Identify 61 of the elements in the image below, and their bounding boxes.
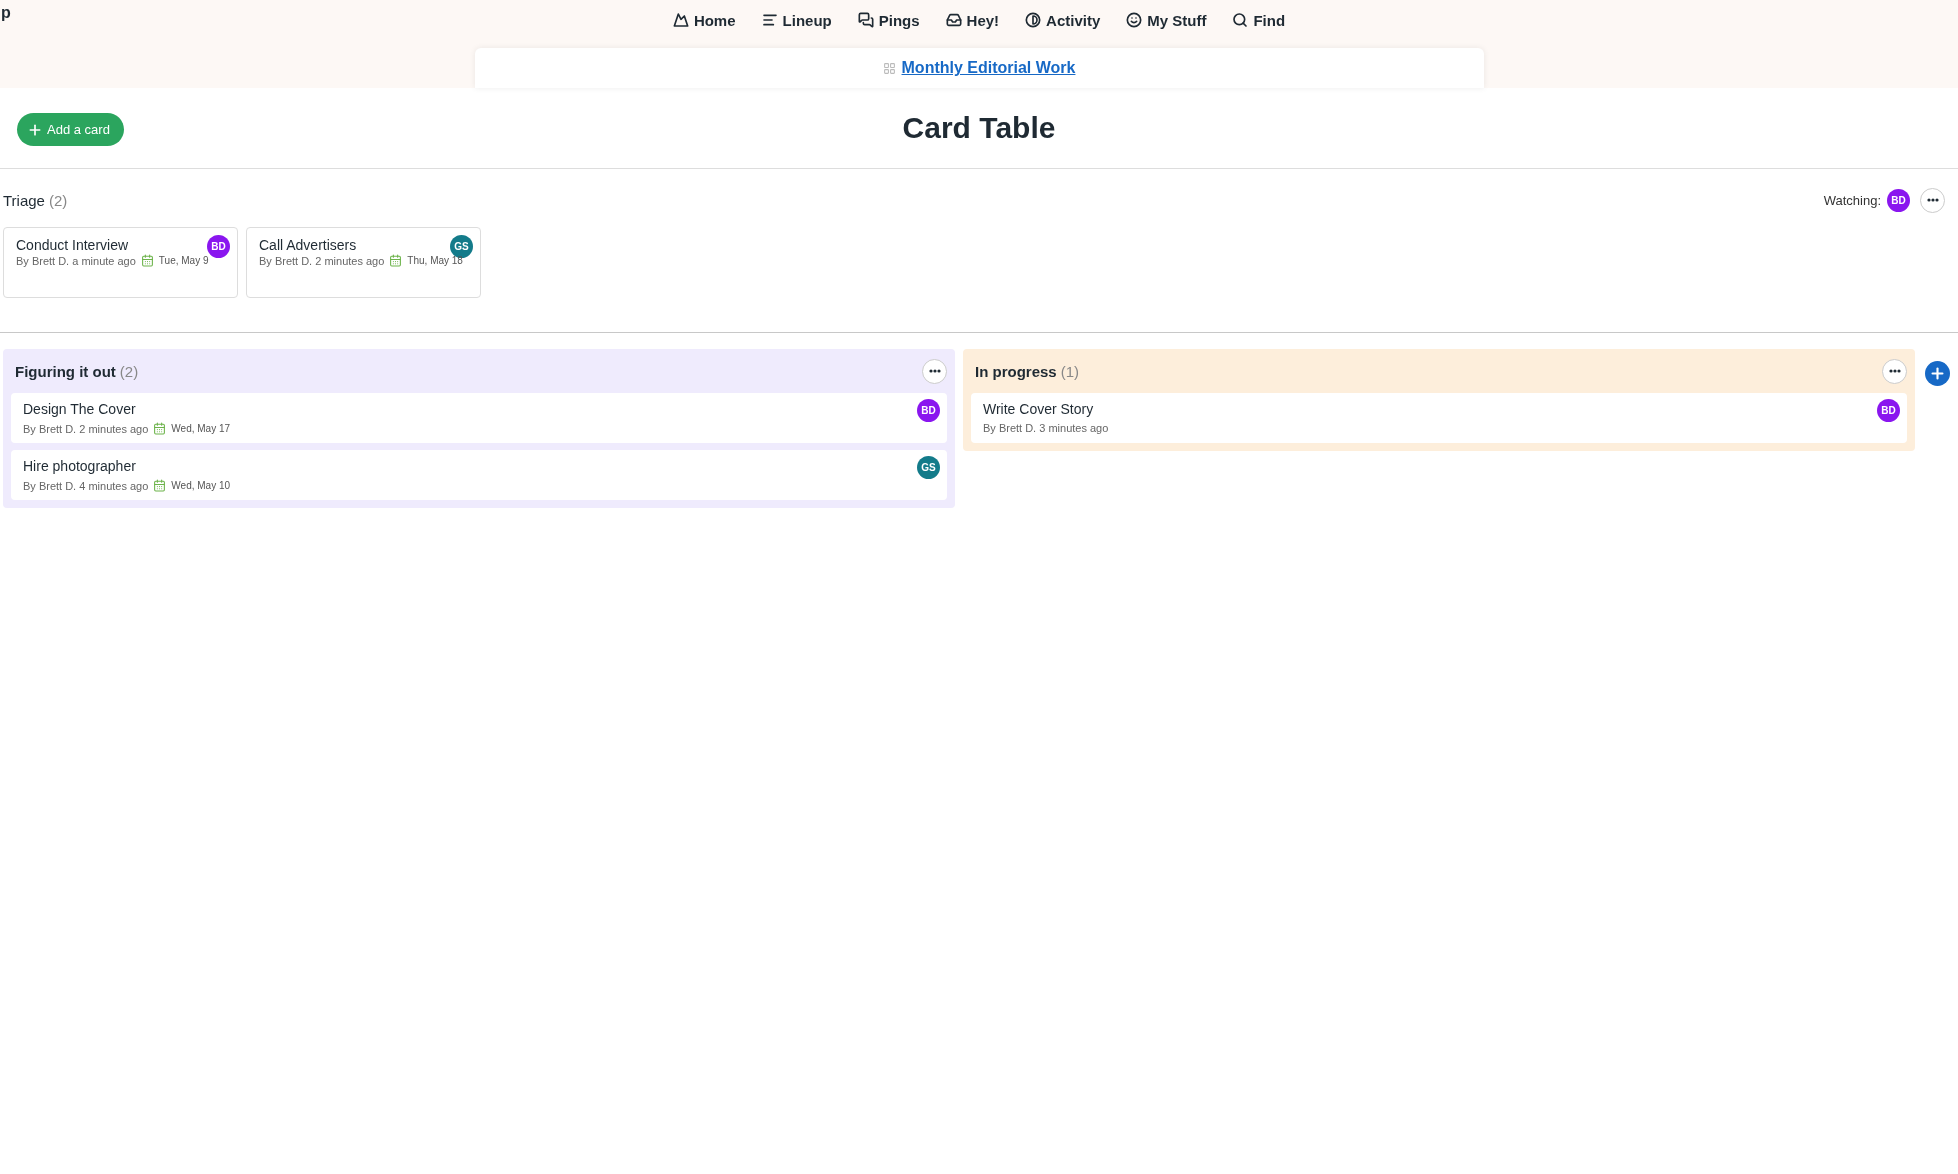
more-icon <box>1926 198 1939 202</box>
more-button[interactable] <box>1882 358 1907 384</box>
card-count: (1) <box>1060 362 1080 380</box>
calendar-icon <box>140 254 154 267</box>
due-date: Thu, May 18 <box>407 255 463 266</box>
calendar-icon <box>153 479 167 492</box>
half-circle-icon <box>1025 12 1042 29</box>
column-title: Figuring it out <box>15 362 116 380</box>
nav-link[interactable]: Lineup <box>761 11 832 29</box>
card-meta: By Brett D. 3 minutes ago <box>983 422 1109 434</box>
section-title: Triage <box>3 191 45 209</box>
watching-label: Watching: <box>1823 192 1881 208</box>
more-button[interactable] <box>1920 187 1945 213</box>
avatar: BD <box>1887 188 1910 212</box>
plus-icon <box>1929 365 1946 382</box>
nav-label: p <box>1 4 11 22</box>
chat-bubbles-icon <box>857 12 874 29</box>
add-column-button[interactable] <box>1925 361 1950 386</box>
smiley-icon <box>1126 12 1143 29</box>
card-title: Conduct Interview <box>16 237 129 253</box>
avatar: BD <box>207 235 230 258</box>
calendar-icon <box>389 254 403 267</box>
due-date: Wed, May 17 <box>171 423 231 434</box>
nav-link[interactable]: Pings <box>857 11 920 29</box>
more-button[interactable] <box>922 358 947 384</box>
more-icon <box>1888 369 1901 373</box>
search-icon <box>1232 12 1249 29</box>
avatar: BD <box>1877 399 1900 422</box>
page-title: Card Table <box>902 111 1056 145</box>
nav-link[interactable]: Activity <box>1025 11 1101 29</box>
card-meta: By Brett D. 2 minutes ago <box>23 422 149 435</box>
breadcrumb-link[interactable]: Monthly Editorial Work <box>901 59 1076 78</box>
card-meta: By Brett D. a minute ago <box>16 254 136 267</box>
card-title: Design The Cover <box>23 401 136 417</box>
grid-icon <box>882 61 896 75</box>
card-title: Hire photographer <box>23 458 136 474</box>
nav-link[interactable]: Hey! <box>945 11 1000 29</box>
card-meta: By Brett D. 2 minutes ago <box>259 254 385 267</box>
card-title: Write Cover Story <box>983 401 1094 417</box>
card-title: Call Advertisers <box>259 237 357 253</box>
inbox-tray-icon <box>945 12 962 29</box>
column-title: In progress <box>975 362 1057 380</box>
calendar-icon <box>153 422 167 435</box>
nav-link[interactable]: My Stuff <box>1126 11 1207 29</box>
card[interactable]: Design The Cover BD By Brett D. 2 minutes ago Wed, May 17 <box>11 393 947 443</box>
mountain-icon <box>672 12 689 29</box>
avatar: GS <box>917 456 940 479</box>
card[interactable]: Call Advertisers GS By Brett D. 2 minutes ago Thu, May 18 <box>246 227 481 298</box>
nav-link[interactable]: Home <box>672 11 736 29</box>
card[interactable]: Write Cover Story BD By Brett D. 3 minutes ago <box>971 393 1907 443</box>
avatar: BD <box>917 399 940 422</box>
card-count: (2) <box>48 191 68 209</box>
due-date: Wed, May 10 <box>171 480 231 491</box>
more-icon <box>928 369 941 373</box>
lines-icon <box>761 12 778 29</box>
nav-link[interactable]: Find <box>1232 11 1286 29</box>
card[interactable]: Hire photographer GS By Brett D. 4 minutes ago Wed, May 10 <box>11 450 947 500</box>
card-count: (2) <box>119 362 139 380</box>
card-meta: By Brett D. 4 minutes ago <box>23 479 149 492</box>
due-date: Tue, May 9 <box>158 255 209 266</box>
card[interactable]: Conduct Interview BD By Brett D. a minute ago Tue, May 9 <box>3 227 238 298</box>
